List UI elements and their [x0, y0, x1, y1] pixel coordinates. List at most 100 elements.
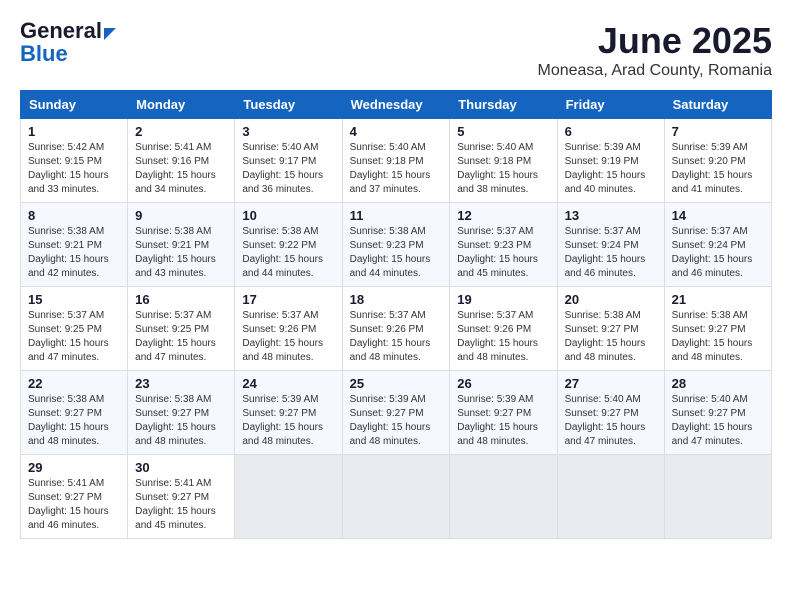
calendar-cell: 15Sunrise: 5:37 AMSunset: 9:25 PMDayligh… [21, 287, 128, 371]
day-info: Sunrise: 5:41 AMSunset: 9:27 PMDaylight:… [135, 477, 227, 533]
calendar-cell: 4 Sunrise: 5:40 AMSunset: 9:18 PMDaylight… [342, 119, 450, 203]
day-number: 5 [457, 124, 549, 139]
logo-triangle-icon [104, 28, 116, 40]
logo-bottom: Blue [20, 43, 68, 66]
calendar-cell: 24 Sunrise: 5:39 AMSunset: 9:27 PMDayligh… [235, 371, 342, 455]
day-number: 1 [28, 124, 120, 139]
calendar-cell: 2 Sunrise: 5:41 AMSunset: 9:16 PMDaylight… [128, 119, 235, 203]
day-number: 7 [672, 124, 764, 139]
col-header-saturday: Saturday [664, 91, 771, 119]
calendar-cell: 18Sunrise: 5:37 AMSunset: 9:26 PMDayligh… [342, 287, 450, 371]
calendar-cell: 10 Sunrise: 5:38 AMSunset: 9:22 PMDayligh… [235, 203, 342, 287]
calendar-cell: 26 Sunrise: 5:39 AMSunset: 9:27 PMDayligh… [450, 371, 557, 455]
day-number: 19 [457, 292, 549, 307]
day-number: 27 [565, 376, 657, 391]
title-area: June 2025 Moneasa, Arad County, Romania [538, 20, 773, 80]
calendar-cell [664, 455, 771, 539]
calendar-cell: 14 Sunrise: 5:37 AMSunset: 9:24 PMDayligh… [664, 203, 771, 287]
day-number: 17 [242, 292, 334, 307]
logo-blue-text: Blue [20, 41, 68, 66]
day-info: Sunrise: 5:37 AMSunset: 9:26 PMDaylight:… [457, 309, 549, 365]
day-info: Sunrise: 5:39 AMSunset: 9:27 PMDaylight:… [242, 393, 334, 449]
day-info: Sunrise: 5:38 AMSunset: 9:21 PMDaylight:… [28, 225, 120, 281]
col-header-friday: Friday [557, 91, 664, 119]
day-info: Sunrise: 5:39 AMSunset: 9:20 PMDaylight:… [672, 141, 764, 197]
day-number: 24 [242, 376, 334, 391]
calendar-cell: 21Sunrise: 5:38 AMSunset: 9:27 PMDayligh… [664, 287, 771, 371]
day-info: Sunrise: 5:37 AMSunset: 9:25 PMDaylight:… [135, 309, 227, 365]
calendar-cell: 19 Sunrise: 5:37 AMSunset: 9:26 PMDayligh… [450, 287, 557, 371]
day-info: Sunrise: 5:40 AMSunset: 9:27 PMDaylight:… [672, 393, 764, 449]
location-title: Moneasa, Arad County, Romania [538, 62, 773, 80]
day-number: 12 [457, 208, 549, 223]
day-info: Sunrise: 5:37 AMSunset: 9:25 PMDaylight:… [28, 309, 120, 365]
day-number: 29 [28, 460, 120, 475]
day-number: 6 [565, 124, 657, 139]
calendar-cell: 27Sunrise: 5:40 AMSunset: 9:27 PMDayligh… [557, 371, 664, 455]
day-number: 14 [672, 208, 764, 223]
day-number: 20 [565, 292, 657, 307]
calendar-cell: 12Sunrise: 5:37 AMSunset: 9:23 PMDayligh… [450, 203, 557, 287]
day-info: Sunrise: 5:41 AMSunset: 9:16 PMDaylight:… [135, 141, 227, 197]
calendar-cell: 25 Sunrise: 5:39 AMSunset: 9:27 PMDayligh… [342, 371, 450, 455]
day-number: 13 [565, 208, 657, 223]
day-info: Sunrise: 5:39 AMSunset: 9:27 PMDaylight:… [457, 393, 549, 449]
calendar-cell: 17 Sunrise: 5:37 AMSunset: 9:26 PMDayligh… [235, 287, 342, 371]
day-number: 18 [350, 292, 443, 307]
day-info: Sunrise: 5:38 AMSunset: 9:27 PMDaylight:… [135, 393, 227, 449]
day-number: 2 [135, 124, 227, 139]
logo-top: General [20, 20, 116, 43]
col-header-thursday: Thursday [450, 91, 557, 119]
day-info: Sunrise: 5:40 AMSunset: 9:18 PMDaylight:… [350, 141, 443, 197]
calendar-week-row: 29 Sunrise: 5:41 AMSunset: 9:27 PMDayligh… [21, 455, 772, 539]
day-info: Sunrise: 5:40 AMSunset: 9:17 PMDaylight:… [242, 141, 334, 197]
calendar-week-row: 15Sunrise: 5:37 AMSunset: 9:25 PMDayligh… [21, 287, 772, 371]
day-number: 26 [457, 376, 549, 391]
day-info: Sunrise: 5:38 AMSunset: 9:27 PMDaylight:… [565, 309, 657, 365]
day-number: 25 [350, 376, 443, 391]
calendar-cell: 3 Sunrise: 5:40 AMSunset: 9:17 PMDaylight… [235, 119, 342, 203]
calendar-cell: 1 Sunrise: 5:42 AMSunset: 9:15 PMDaylight… [21, 119, 128, 203]
calendar-week-row: 1 Sunrise: 5:42 AMSunset: 9:15 PMDaylight… [21, 119, 772, 203]
calendar-week-row: 8Sunrise: 5:38 AMSunset: 9:21 PMDaylight… [21, 203, 772, 287]
day-number: 30 [135, 460, 227, 475]
logo-general-text: General [20, 18, 102, 43]
day-number: 4 [350, 124, 443, 139]
day-number: 16 [135, 292, 227, 307]
day-number: 11 [350, 208, 443, 223]
calendar-cell: 9Sunrise: 5:38 AMSunset: 9:21 PMDaylight… [128, 203, 235, 287]
day-info: Sunrise: 5:37 AMSunset: 9:24 PMDaylight:… [672, 225, 764, 281]
day-info: Sunrise: 5:40 AMSunset: 9:18 PMDaylight:… [457, 141, 549, 197]
calendar-cell: 28 Sunrise: 5:40 AMSunset: 9:27 PMDayligh… [664, 371, 771, 455]
col-header-sunday: Sunday [21, 91, 128, 119]
day-number: 22 [28, 376, 120, 391]
day-info: Sunrise: 5:37 AMSunset: 9:26 PMDaylight:… [242, 309, 334, 365]
calendar-cell: 7 Sunrise: 5:39 AMSunset: 9:20 PMDaylight… [664, 119, 771, 203]
header: General Blue June 2025 Moneasa, Arad Cou… [20, 20, 772, 80]
calendar-cell: 22 Sunrise: 5:38 AMSunset: 9:27 PMDayligh… [21, 371, 128, 455]
col-header-wednesday: Wednesday [342, 91, 450, 119]
calendar-cell: 20 Sunrise: 5:38 AMSunset: 9:27 PMDayligh… [557, 287, 664, 371]
calendar-cell: 5 Sunrise: 5:40 AMSunset: 9:18 PMDaylight… [450, 119, 557, 203]
day-number: 9 [135, 208, 227, 223]
day-info: Sunrise: 5:42 AMSunset: 9:15 PMDaylight:… [28, 141, 120, 197]
day-number: 23 [135, 376, 227, 391]
month-title: June 2025 [538, 20, 773, 62]
calendar-cell: 16 Sunrise: 5:37 AMSunset: 9:25 PMDayligh… [128, 287, 235, 371]
day-info: Sunrise: 5:37 AMSunset: 9:24 PMDaylight:… [565, 225, 657, 281]
calendar-cell [557, 455, 664, 539]
calendar-cell [235, 455, 342, 539]
calendar-week-row: 22 Sunrise: 5:38 AMSunset: 9:27 PMDayligh… [21, 371, 772, 455]
calendar-header-row: SundayMondayTuesdayWednesdayThursdayFrid… [21, 91, 772, 119]
day-info: Sunrise: 5:38 AMSunset: 9:22 PMDaylight:… [242, 225, 334, 281]
day-number: 28 [672, 376, 764, 391]
calendar-cell: 11Sunrise: 5:38 AMSunset: 9:23 PMDayligh… [342, 203, 450, 287]
calendar-cell: 23 Sunrise: 5:38 AMSunset: 9:27 PMDayligh… [128, 371, 235, 455]
calendar-cell [342, 455, 450, 539]
day-info: Sunrise: 5:41 AMSunset: 9:27 PMDaylight:… [28, 477, 120, 533]
day-info: Sunrise: 5:38 AMSunset: 9:27 PMDaylight:… [28, 393, 120, 449]
day-number: 3 [242, 124, 334, 139]
calendar-cell: 8Sunrise: 5:38 AMSunset: 9:21 PMDaylight… [21, 203, 128, 287]
day-number: 10 [242, 208, 334, 223]
day-info: Sunrise: 5:39 AMSunset: 9:27 PMDaylight:… [350, 393, 443, 449]
